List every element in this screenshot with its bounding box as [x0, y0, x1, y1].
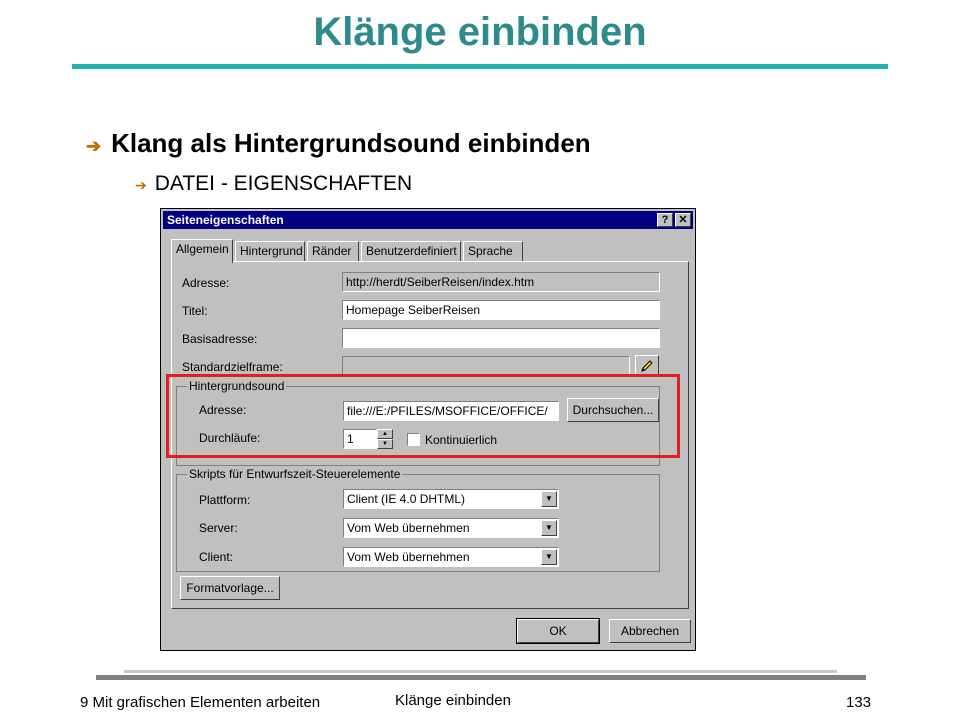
- bullet1-text: Klang als Hintergrundsound einbinden: [111, 128, 591, 158]
- dialog-titlebar[interactable]: Seiteneigenschaften ? ✕: [163, 211, 693, 229]
- plattform-label: Plattform:: [199, 493, 251, 507]
- server-label: Server:: [199, 521, 238, 535]
- highlight-box: [166, 374, 680, 458]
- bullet-level1: ➔ Klang als Hintergrundsound einbinden: [86, 128, 591, 159]
- close-button[interactable]: ✕: [675, 213, 691, 227]
- footer-rule: [96, 675, 866, 680]
- client-label: Client:: [199, 550, 234, 564]
- titel-field[interactable]: Homepage SeiberReisen: [342, 300, 660, 320]
- footer-chapter: 9 Mit grafischen Elementen arbeiten: [80, 694, 321, 711]
- tab-sprache[interactable]: Sprache: [463, 241, 523, 261]
- tab-allgemein[interactable]: Allgemein: [171, 239, 233, 263]
- slide-title: Klänge einbinden: [313, 10, 647, 54]
- adresse-label: Adresse:: [182, 276, 230, 290]
- client-select[interactable]: Vom Web übernehmen ▼: [343, 547, 559, 567]
- plattform-select[interactable]: Client (IE 4.0 DHTML) ▼: [343, 489, 559, 509]
- skripts-group: Skripts für Entwurfszeit-Steuerelemente …: [176, 467, 660, 572]
- standardzielframe-label: Standardzielframe:: [182, 360, 283, 374]
- arrow-bullet-icon: ➔: [135, 177, 147, 193]
- standardzielframe-field: [342, 356, 630, 376]
- basisadresse-field[interactable]: [342, 328, 660, 348]
- basisadresse-label: Basisadresse:: [182, 332, 258, 346]
- chevron-down-icon[interactable]: ▼: [541, 549, 557, 565]
- bullet2-text: DATEI - EIGENSCHAFTEN: [154, 172, 413, 195]
- footer-shadow: [124, 670, 837, 673]
- server-value: Vom Web übernehmen: [347, 521, 470, 535]
- tab-raender[interactable]: Ränder: [307, 241, 359, 261]
- titel-label: Titel:: [182, 304, 208, 318]
- bullet-level2: ➔ DATEI - EIGENSCHAFTEN: [135, 172, 412, 196]
- pencil-icon: [641, 360, 653, 372]
- client-value: Vom Web übernehmen: [347, 550, 470, 564]
- tab-benutzerdefiniert[interactable]: Benutzerdefiniert: [361, 241, 461, 261]
- ok-button[interactable]: OK: [516, 618, 600, 644]
- adresse-field: http://herdt/SeiberReisen/index.htm: [342, 272, 660, 292]
- footer-topic: Klänge einbinden: [395, 692, 511, 709]
- server-select[interactable]: Vom Web übernehmen ▼: [343, 518, 559, 538]
- tab-hintergrund[interactable]: Hintergrund: [235, 241, 305, 261]
- help-button[interactable]: ?: [657, 213, 673, 227]
- chevron-down-icon[interactable]: ▼: [541, 520, 557, 536]
- formatvorlage-button[interactable]: Formatvorlage...: [180, 576, 280, 600]
- title-rule: [72, 64, 888, 69]
- chevron-down-icon[interactable]: ▼: [541, 491, 557, 507]
- skripts-group-title: Skripts für Entwurfszeit-Steuerelemente: [187, 467, 403, 481]
- arrow-bullet-icon: ➔: [86, 136, 102, 156]
- footer-page-number: 133: [846, 694, 872, 711]
- plattform-value: Client (IE 4.0 DHTML): [347, 492, 466, 506]
- dialog-title: Seiteneigenschaften: [167, 213, 284, 227]
- abbrechen-button[interactable]: Abbrechen: [609, 619, 691, 643]
